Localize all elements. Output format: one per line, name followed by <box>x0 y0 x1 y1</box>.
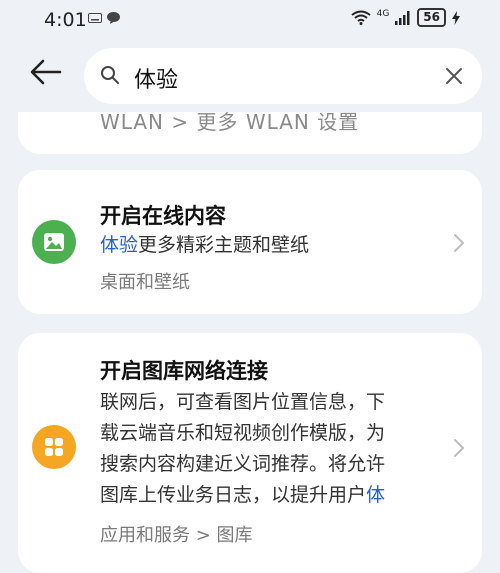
result-path: 应用和服务 > 图库 <box>100 525 253 546</box>
description-line: 载云端音乐和短视频创作模版，为 <box>100 422 386 444</box>
search-query: 体验 <box>134 68 179 93</box>
result-card-partial[interactable]: WLAN > 更多 WLAN 设置 <box>18 110 482 154</box>
description-line: 搜索内容构建近义词推荐。将允许 <box>100 453 386 475</box>
system-status: 4G 56 <box>350 8 460 27</box>
keyboard-icon <box>88 13 102 23</box>
highlight-text: 体验 <box>100 234 139 256</box>
gallery-icon <box>32 425 76 469</box>
back-button[interactable] <box>30 59 70 93</box>
result-title: 开启在线内容 <box>100 204 226 228</box>
chevron-right-icon <box>454 439 464 457</box>
network-type: 4G <box>376 8 390 19</box>
result-title: 开启图库网络连接 <box>100 359 268 383</box>
result-path: 桌面和壁纸 <box>100 272 190 293</box>
image-icon <box>32 220 76 264</box>
chevron-right-icon <box>454 234 464 252</box>
partial-result-text: WLAN > 更多 WLAN 设置 <box>100 110 360 134</box>
status-bar: 4:01 4G 56 <box>0 0 500 38</box>
description-text: 更多精彩主题和壁纸 <box>138 234 310 256</box>
highlight-text: 体 <box>366 484 386 506</box>
clear-icon[interactable] <box>444 66 464 86</box>
notification-icons <box>88 11 121 25</box>
battery-level: 56 <box>417 8 446 27</box>
charging-icon <box>452 10 460 25</box>
search-input[interactable]: 体验 <box>84 48 482 104</box>
search-icon <box>101 66 119 84</box>
description-text: 图库上传业务日志，以提升用户 <box>100 484 367 506</box>
search-header: 体验 <box>0 45 500 107</box>
description-line: 图库上传业务日志，以提升用户体 <box>100 480 445 511</box>
result-card-online-content[interactable]: 开启在线内容 体验更多精彩主题和壁纸 桌面和壁纸 <box>18 170 482 314</box>
result-description: 联网后，可查看图片位置信息，下 载云端音乐和短视频创作模版，为 搜索内容构建近义… <box>100 387 445 511</box>
back-arrow-icon <box>30 59 62 85</box>
message-icon <box>107 12 120 24</box>
description-line: 联网后，可查看图片位置信息，下 <box>100 391 386 413</box>
wifi-icon <box>350 10 371 25</box>
result-description: 体验更多精彩主题和壁纸 <box>100 230 440 261</box>
status-time: 4:01 <box>44 9 87 31</box>
signal-icon <box>395 10 410 25</box>
result-card-gallery-network[interactable]: 开启图库网络连接 联网后，可查看图片位置信息，下 载云端音乐和短视频创作模版，为… <box>18 333 482 573</box>
